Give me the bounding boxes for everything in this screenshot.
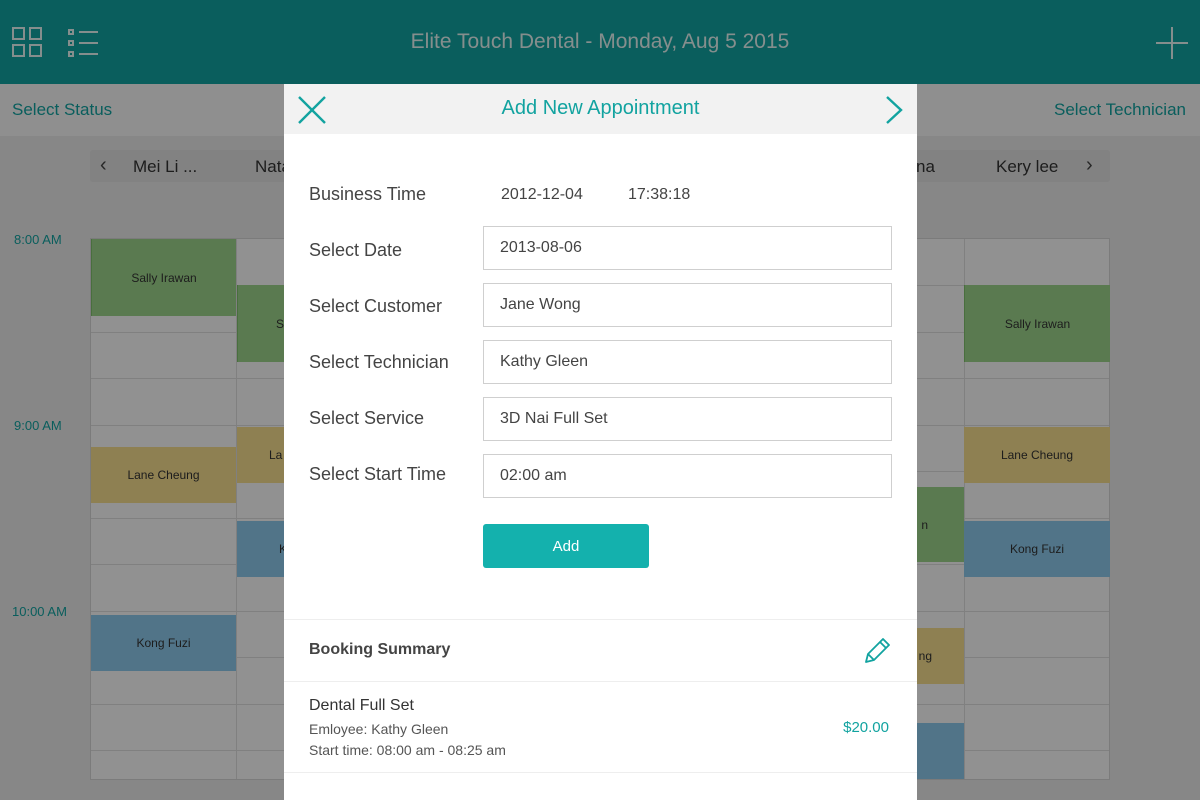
business-clock-value: 17:38:18: [628, 186, 691, 203]
service-item-employee: Emloyee: Kathy Gleen: [309, 721, 449, 737]
select-service-label: Select Service: [309, 408, 425, 428]
service-item-time: Start time: 08:00 am - 08:25 am: [309, 742, 506, 758]
service-field[interactable]: [483, 397, 892, 441]
business-time-label: Business Time: [309, 184, 427, 204]
service-item-name: Dental Full Set: [309, 697, 414, 714]
dialog-title: Add New Appointment: [501, 97, 700, 119]
select-customer-label: Select Customer: [309, 296, 443, 316]
add-appointment-dialog: Add New Appointment Business Time 2012-1…: [284, 84, 917, 800]
business-date-value: 2012-12-04: [501, 186, 583, 203]
booking-summary-title: Booking Summary: [309, 641, 451, 658]
select-date-label: Select Date: [309, 240, 403, 260]
add-button[interactable]: Add: [483, 524, 649, 568]
date-field[interactable]: [483, 226, 892, 270]
dialog-header: Add New Appointment: [284, 84, 917, 134]
select-start-time-label: Select Start Time: [309, 464, 447, 484]
select-technician-label: Select Technician: [309, 352, 449, 372]
service-item-price: $20.00: [843, 719, 889, 736]
technician-field[interactable]: [483, 340, 892, 384]
chevron-right-icon[interactable]: [882, 94, 906, 126]
pencil-icon[interactable]: [862, 634, 892, 666]
start-time-field[interactable]: [483, 454, 892, 498]
customer-field[interactable]: [483, 283, 892, 327]
